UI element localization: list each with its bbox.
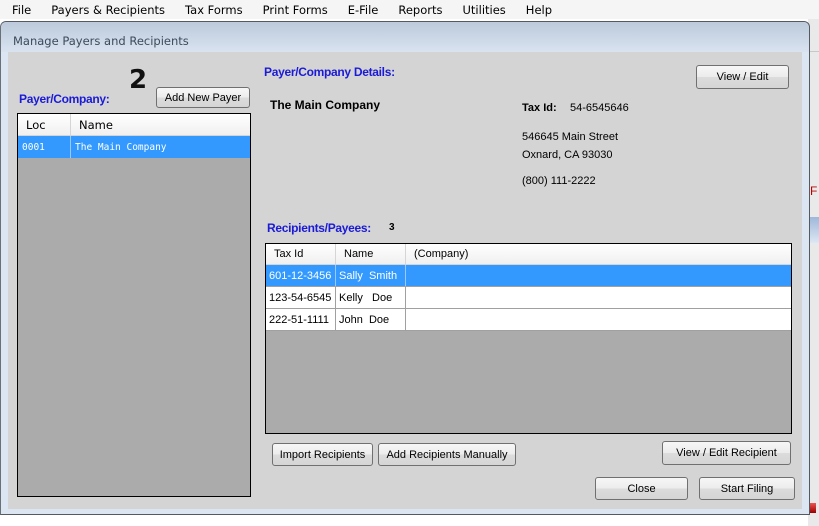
annotation-number-2: 2 bbox=[129, 65, 148, 95]
add-new-payer-button[interactable]: Add New Payer bbox=[156, 87, 250, 108]
start-filing-button[interactable]: Start Filing bbox=[699, 477, 795, 500]
recipients-table[interactable]: Tax Id Name (Company) 601-12-3456 Sally … bbox=[265, 243, 792, 434]
payer-address-line1: 546645 Main Street bbox=[522, 131, 619, 143]
recipient-company-cell bbox=[406, 265, 791, 286]
column-header-loc[interactable]: Loc bbox=[18, 114, 71, 135]
title-bar[interactable]: Manage Payers and Recipients bbox=[1, 22, 809, 52]
recipient-tax-id-cell: 123-54-6545 bbox=[266, 287, 336, 308]
recipient-company-cell bbox=[406, 309, 791, 330]
recipient-name-cell: John Doe bbox=[336, 309, 406, 330]
recipient-name-cell: Sally Smith bbox=[336, 265, 406, 286]
recipient-row[interactable]: 222-51-1111 John Doe bbox=[266, 309, 791, 331]
payer-details-label: Payer/Company Details: bbox=[264, 65, 395, 79]
payer-table-header: Loc Name bbox=[18, 114, 250, 136]
add-recipients-manually-button[interactable]: Add Recipients Manually bbox=[378, 443, 516, 466]
menu-e-file[interactable]: E-File bbox=[336, 3, 387, 17]
dialog-client-area: 2 3 Payer/Company: Add New Payer Loc Nam… bbox=[8, 52, 802, 509]
recipient-row[interactable]: 601-12-3456 Sally Smith bbox=[266, 265, 791, 287]
recipient-name-cell: Kelly Doe bbox=[336, 287, 406, 308]
recipients-label: Recipients/Payees: bbox=[267, 221, 371, 235]
recipient-company-cell bbox=[406, 287, 791, 308]
menu-utilities[interactable]: Utilities bbox=[451, 3, 514, 17]
view-edit-payer-button[interactable]: View / Edit bbox=[696, 65, 789, 89]
payer-loc-cell: 0001 bbox=[18, 136, 71, 158]
menu-tax-forms[interactable]: Tax Forms bbox=[173, 3, 251, 17]
menu-reports[interactable]: Reports bbox=[386, 3, 450, 17]
close-button[interactable]: Close bbox=[595, 477, 688, 500]
payer-phone: (800) 111-2222 bbox=[522, 175, 596, 187]
tax-id-label: Tax Id: bbox=[522, 102, 557, 114]
menu-payers-recipients[interactable]: Payers & Recipients bbox=[39, 3, 173, 17]
column-header-company[interactable]: (Company) bbox=[406, 244, 791, 264]
payer-table[interactable]: Loc Name 0001 The Main Company bbox=[17, 113, 251, 497]
payer-address-line2: Oxnard, CA 93030 bbox=[522, 149, 613, 161]
recipient-tax-id-cell: 222-51-1111 bbox=[266, 309, 336, 330]
menu-file[interactable]: File bbox=[0, 3, 39, 17]
column-header-name[interactable]: Name bbox=[71, 114, 250, 135]
import-recipients-button[interactable]: Import Recipients bbox=[272, 443, 373, 466]
view-edit-recipient-button[interactable]: View / Edit Recipient bbox=[662, 441, 791, 465]
payer-company-name: The Main Company bbox=[270, 98, 381, 112]
window-title: Manage Payers and Recipients bbox=[13, 34, 189, 48]
column-header-tax-id[interactable]: Tax Id bbox=[266, 244, 336, 264]
menu-help[interactable]: Help bbox=[514, 3, 560, 17]
recipient-row[interactable]: 123-54-6545 Kelly Doe bbox=[266, 287, 791, 309]
background-partial-text: F bbox=[810, 184, 818, 198]
recipient-tax-id-cell: 601-12-3456 bbox=[266, 265, 336, 286]
column-header-name[interactable]: Name bbox=[336, 244, 406, 264]
payer-tax-id: 54-6545646 bbox=[570, 102, 629, 114]
menu-print-forms[interactable]: Print Forms bbox=[251, 3, 336, 17]
recipients-count: 3 bbox=[389, 222, 395, 233]
manage-payers-dialog: Manage Payers and Recipients 2 3 Payer/C… bbox=[0, 21, 810, 515]
payer-company-label: Payer/Company: bbox=[19, 92, 110, 106]
menu-bar: File Payers & Recipients Tax Forms Print… bbox=[0, 0, 819, 19]
recipients-table-header: Tax Id Name (Company) bbox=[266, 244, 791, 265]
payer-row[interactable]: 0001 The Main Company bbox=[18, 136, 250, 158]
payer-name-cell: The Main Company bbox=[75, 141, 167, 153]
